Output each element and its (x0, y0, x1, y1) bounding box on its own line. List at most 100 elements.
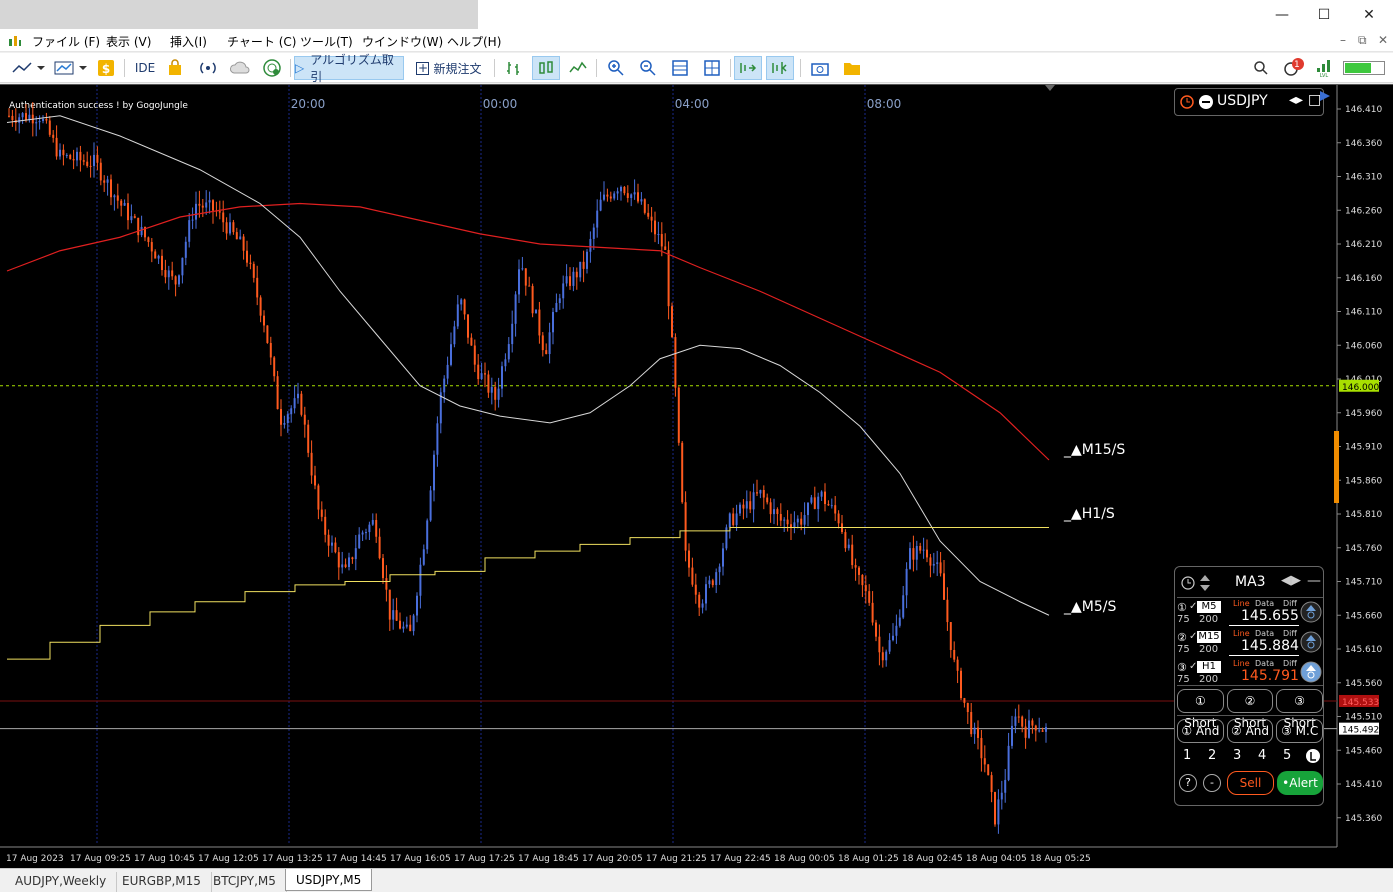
maximize-icon[interactable]: ☐ (1304, 4, 1344, 26)
templates-folder-icon[interactable] (840, 56, 864, 80)
short-button-1[interactable]: ① Short (1177, 689, 1224, 730)
bar-chart-icon[interactable] (502, 56, 526, 80)
close-icon[interactable]: ✕ (1349, 4, 1389, 26)
cloud-icon[interactable] (228, 56, 252, 80)
ma-row-timeframe[interactable]: H1 (1197, 661, 1221, 673)
zoom-out-icon[interactable] (636, 56, 660, 80)
algo-trading-button[interactable]: ▷ アルゴリズム取引 (294, 53, 404, 84)
search-icon[interactable] (1250, 56, 1272, 80)
tab-btcjpy-m5[interactable]: BTCJPY,M5 (203, 872, 287, 892)
candle-body (239, 236, 242, 240)
candle-body (562, 283, 565, 299)
mdi-close-icon[interactable]: ✕ (1378, 33, 1388, 47)
menu-view[interactable]: 表示 (V) (106, 33, 151, 50)
screenshot-icon[interactable] (808, 56, 832, 80)
candle-body (745, 501, 748, 509)
zoom-in-icon[interactable] (604, 56, 628, 80)
candle-body (555, 303, 558, 313)
and-button-1[interactable]: ① And (1177, 719, 1224, 743)
ide-button[interactable]: IDE (130, 56, 160, 80)
tile-windows-icon[interactable] (700, 56, 724, 80)
number-button-4[interactable]: 4 (1258, 748, 1266, 763)
signals-icon[interactable] (196, 56, 220, 80)
sell-button[interactable]: Sell (1227, 771, 1274, 795)
menu-help[interactable]: ヘルプ(H) (447, 33, 501, 50)
candle-body (946, 599, 949, 623)
symbol-switch-arrows-icon[interactable]: ◂▸ (1289, 92, 1303, 108)
mc-button-3[interactable]: ③ M.C (1276, 719, 1324, 743)
tab-eurgbp-m15[interactable]: EURGBP,M15 (112, 872, 212, 892)
autoscroll-icon[interactable] (734, 56, 762, 80)
new-order-button[interactable]: + 新規注文 (410, 56, 488, 80)
candle-body (949, 622, 952, 650)
number-button-5[interactable]: 5 (1283, 748, 1291, 763)
number-button-3[interactable]: 3 (1233, 748, 1241, 763)
ma-row-arrow-icon[interactable] (1300, 661, 1322, 683)
mdi-restore-icon[interactable]: ⧉ (1358, 33, 1367, 48)
ma-label: _▲H1/S (1063, 506, 1115, 522)
dollar-icon[interactable]: $ (96, 56, 116, 80)
ma-row-col-line: Line (1233, 659, 1250, 668)
candle-body (1021, 716, 1024, 727)
indicator-dropdown-icon[interactable] (52, 56, 88, 80)
minus-button[interactable]: - (1203, 774, 1221, 792)
line-chart-dropdown-icon[interactable] (10, 56, 46, 80)
ma-row-arrow-icon[interactable] (1300, 601, 1322, 623)
candlestick-chart-icon[interactable] (532, 56, 560, 80)
mdi-minimize-icon[interactable]: – (1340, 33, 1346, 47)
ma-row-timeframe[interactable]: M5 (1197, 601, 1221, 613)
candle-body (48, 120, 51, 135)
stack-windows-icon[interactable] (668, 56, 692, 80)
ma3-panel: MA3 ◀▶ — ① ✓ M5 75 200 Line Data Diff 145.655 ② ✓ M… (1174, 566, 1324, 806)
menu-chart[interactable]: チャート (C) (227, 33, 296, 50)
candle-body (630, 194, 633, 198)
plus-icon: + (416, 60, 430, 75)
tab-usdjpy-m5[interactable]: USDJPY,M5 (285, 869, 373, 891)
menu-window[interactable]: ウインドウ(W) (362, 33, 443, 50)
minimize-icon[interactable]: — (1262, 4, 1302, 26)
candle-body (252, 263, 255, 278)
candle-body (205, 202, 208, 208)
time-label: 17 Aug 14:45 (326, 854, 387, 864)
symbol-panel-clock-icon[interactable] (1179, 94, 1215, 110)
ma3-clock-updown-icon[interactable] (1181, 574, 1213, 592)
price-label: 145.960 (1345, 409, 1382, 419)
symbol-name[interactable]: USDJPY (1217, 93, 1268, 109)
lock-circle-icon[interactable] (1305, 748, 1321, 764)
market-bag-icon[interactable] (164, 56, 186, 80)
panel-flag-icon[interactable] (1318, 89, 1332, 103)
ma3-minimize-icon[interactable]: — (1307, 573, 1321, 589)
ma-row-timeframe[interactable]: M15 (1197, 631, 1221, 643)
candle-body (803, 515, 806, 525)
and-button-2[interactable]: ② And (1226, 719, 1274, 743)
candle-body (392, 610, 395, 620)
candle-body (18, 117, 21, 123)
candle-body (473, 345, 476, 365)
line-chart-icon[interactable] (566, 56, 590, 80)
notifications-icon[interactable]: 1 (1280, 56, 1306, 80)
short-button-3[interactable]: ③ Short (1276, 689, 1324, 730)
candle-body (110, 179, 112, 198)
candle-body (140, 227, 143, 236)
tab-audjpy-weekly[interactable]: AUDJPY,Weekly (5, 872, 118, 892)
candle-body (494, 386, 497, 400)
ma-row-arrow-icon[interactable] (1300, 631, 1322, 653)
number-button-1[interactable]: 1 (1183, 748, 1191, 763)
vps-icon[interactable] (260, 56, 284, 80)
ma3-arrows-icon[interactable]: ◀▶ (1281, 573, 1301, 588)
alert-button[interactable]: •Alert (1277, 771, 1323, 795)
candle-body (266, 325, 269, 343)
help-button[interactable]: ? (1179, 774, 1197, 792)
menu-file[interactable]: ファイル (F) (32, 33, 100, 50)
candle-body (667, 249, 670, 307)
candle-body (79, 151, 82, 161)
price-chart[interactable]: Authentication success ! by GogoJungle 20… (0, 84, 1393, 868)
candle-body (320, 509, 323, 517)
candle-body (575, 271, 578, 278)
menu-insert[interactable]: 挿入(I) (170, 33, 207, 50)
candle-body (463, 299, 466, 315)
chart-shift-icon[interactable] (766, 56, 794, 80)
short-button-2[interactable]: ② Short (1226, 689, 1274, 730)
number-button-2[interactable]: 2 (1208, 748, 1216, 763)
menu-tools[interactable]: ツール(T) (300, 33, 353, 50)
